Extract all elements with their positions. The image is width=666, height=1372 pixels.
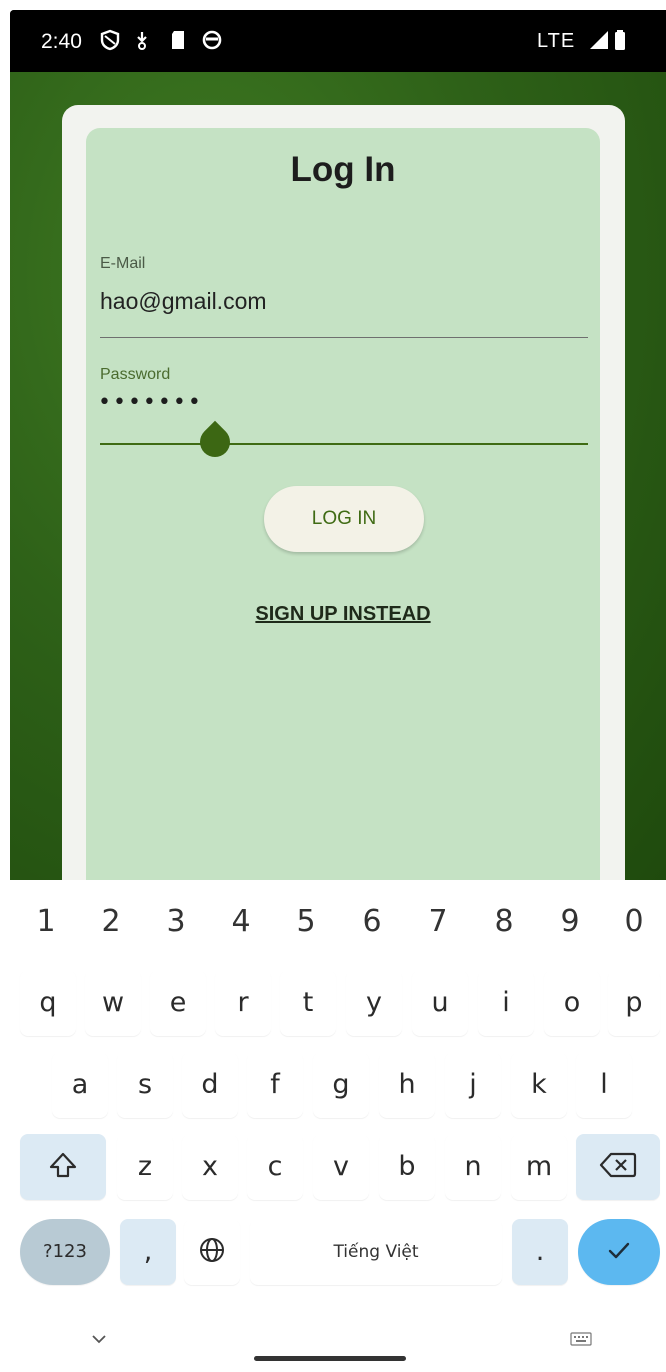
enter-key[interactable] <box>578 1219 660 1285</box>
letter-key[interactable]: g <box>313 1052 369 1118</box>
letter-key[interactable]: a <box>52 1052 108 1118</box>
letter-key[interactable]: d <box>182 1052 238 1118</box>
letter-key[interactable]: e <box>150 970 206 1036</box>
keyboard-icon[interactable] <box>570 1332 592 1346</box>
email-field[interactable]: hao@gmail.com <box>100 288 267 315</box>
letter-key[interactable]: w <box>85 970 141 1036</box>
globe-icon <box>198 1236 226 1264</box>
chevron-down-icon[interactable] <box>90 1332 108 1346</box>
app-background: Log In E-Mail hao@gmail.com Password •••… <box>10 72 666 882</box>
signup-link[interactable]: SIGN UP INSTEAD <box>86 603 600 626</box>
letter-key[interactable]: h <box>379 1052 435 1118</box>
letter-key[interactable]: m <box>511 1134 567 1200</box>
letter-key[interactable]: j <box>445 1052 501 1118</box>
number-key[interactable]: 9 <box>544 904 596 939</box>
login-card: Log In E-Mail hao@gmail.com Password •••… <box>86 128 600 882</box>
login-card-frame: Log In E-Mail hao@gmail.com Password •••… <box>62 105 625 882</box>
backspace-key[interactable] <box>576 1134 660 1200</box>
network-type: LTE <box>537 30 576 52</box>
letter-key[interactable]: x <box>182 1134 238 1200</box>
checkmark-icon <box>605 1236 633 1264</box>
letter-key[interactable]: l <box>576 1052 632 1118</box>
signal-icon <box>587 28 611 52</box>
number-key[interactable]: 5 <box>280 904 332 939</box>
password-underline <box>100 443 588 445</box>
letter-key[interactable]: c <box>247 1134 303 1200</box>
letter-key[interactable]: z <box>117 1134 173 1200</box>
letter-key[interactable]: t <box>280 970 336 1036</box>
email-label: E-Mail <box>100 255 146 272</box>
letter-key[interactable]: n <box>445 1134 501 1200</box>
number-key[interactable]: 2 <box>85 904 137 939</box>
phone-screen: 2:40 LTE Log In E-Mail hao@gmail.com Pas… <box>10 10 666 1372</box>
backspace-icon <box>599 1151 637 1179</box>
letter-key[interactable]: u <box>412 970 468 1036</box>
page-title: Log In <box>290 150 396 189</box>
letter-key[interactable]: f <box>247 1052 303 1118</box>
sync-icon <box>200 28 224 52</box>
email-underline <box>100 337 588 338</box>
password-label: Password <box>100 366 171 383</box>
letter-key[interactable]: s <box>117 1052 173 1118</box>
number-key[interactable]: 0 <box>608 904 660 939</box>
download-icon <box>130 28 154 52</box>
shift-icon <box>48 1150 78 1180</box>
navigation-handle[interactable] <box>254 1356 406 1361</box>
password-field[interactable]: ••••••• <box>98 390 203 415</box>
number-key[interactable]: 7 <box>412 904 464 939</box>
letter-key[interactable]: q <box>20 970 76 1036</box>
letter-key[interactable]: r <box>215 970 271 1036</box>
status-bar: 2:40 LTE <box>10 10 666 72</box>
letter-key[interactable]: b <box>379 1134 435 1200</box>
battery-icon <box>610 28 634 52</box>
status-time: 2:40 <box>41 30 82 53</box>
letter-key[interactable]: y <box>346 970 402 1036</box>
shift-key[interactable] <box>20 1134 106 1200</box>
soft-keyboard: 1 2 3 4 5 6 7 8 9 0 q w e r t y u i o p … <box>10 880 666 1372</box>
number-key[interactable]: 4 <box>215 904 267 939</box>
number-key[interactable]: 3 <box>150 904 202 939</box>
sd-card-icon <box>166 28 190 52</box>
letter-key[interactable]: i <box>478 970 534 1036</box>
vpn-shield-icon <box>98 28 122 52</box>
letter-key[interactable]: p <box>608 970 660 1036</box>
space-key[interactable]: Tiếng Việt <box>250 1219 502 1285</box>
symbols-key[interactable]: ?123 <box>20 1219 110 1285</box>
number-key[interactable]: 6 <box>346 904 398 939</box>
letter-key[interactable]: o <box>544 970 600 1036</box>
login-button[interactable]: LOG IN <box>264 486 424 552</box>
period-key[interactable]: . <box>512 1219 568 1285</box>
language-key[interactable] <box>184 1219 240 1285</box>
text-cursor-handle[interactable] <box>193 420 237 464</box>
comma-key[interactable]: , <box>120 1219 176 1285</box>
number-key[interactable]: 1 <box>20 904 72 939</box>
number-key[interactable]: 8 <box>478 904 530 939</box>
screen: 2:40 LTE Log In E-Mail hao@gmail.com Pas… <box>0 0 666 1372</box>
letter-key[interactable]: v <box>313 1134 369 1200</box>
letter-key[interactable]: k <box>511 1052 567 1118</box>
